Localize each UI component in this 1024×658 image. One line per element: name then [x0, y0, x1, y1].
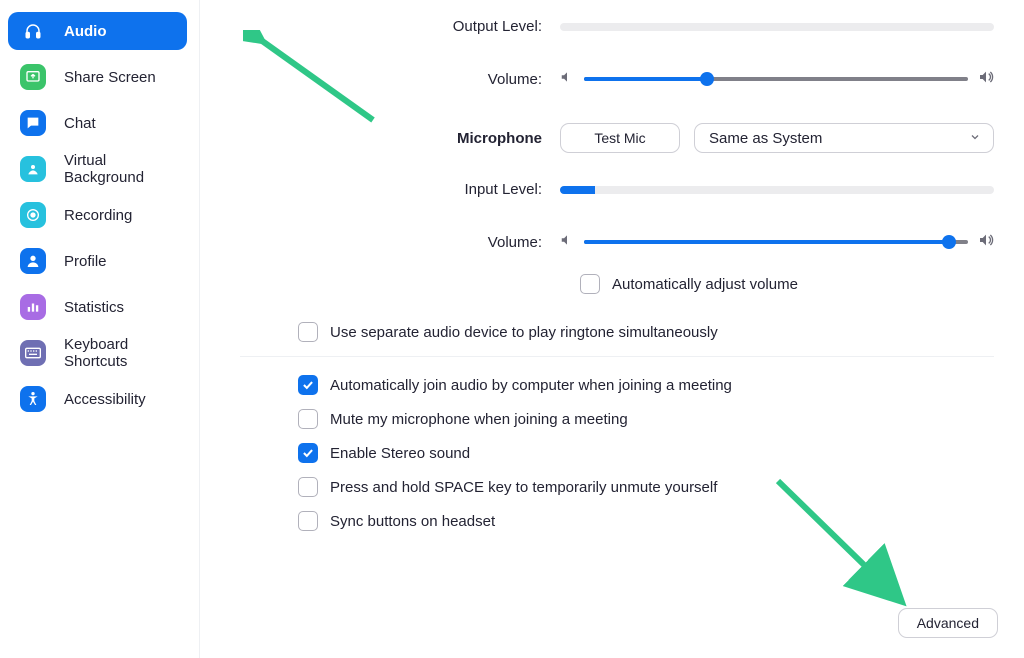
output-level-label: Output Level:: [230, 18, 560, 35]
sidebar-item-share-screen[interactable]: Share Screen: [8, 58, 187, 96]
sidebar-item-profile[interactable]: Profile: [8, 242, 187, 280]
statistics-icon: [20, 294, 46, 320]
auto-join-audio-label: Automatically join audio by computer whe…: [330, 377, 732, 394]
recording-icon: [20, 202, 46, 228]
sidebar-item-chat[interactable]: Chat: [8, 104, 187, 142]
share-screen-icon: [20, 64, 46, 90]
sidebar-item-label: Share Screen: [64, 69, 156, 86]
keyboard-icon: [20, 340, 46, 366]
separate-ringtone-label: Use separate audio device to play ringto…: [330, 324, 718, 341]
input-level-label: Input Level:: [230, 181, 560, 198]
mute-on-join-checkbox[interactable]: [298, 409, 318, 429]
microphone-section-label: Microphone: [230, 130, 560, 147]
sidebar-item-label: Recording: [64, 207, 132, 224]
settings-sidebar: Audio Share Screen Chat Virtual Background R…: [0, 0, 200, 658]
speaker-low-icon: [560, 233, 574, 251]
speaker-low-icon: [560, 70, 574, 88]
audio-settings-panel: Output Level: Volume:: [200, 0, 1024, 658]
headphones-icon: [20, 18, 46, 44]
sidebar-item-label: Profile: [64, 253, 107, 270]
speaker-high-icon: [978, 69, 994, 89]
sidebar-item-label: Audio: [64, 23, 107, 40]
sidebar-item-label: Chat: [64, 115, 96, 132]
options-divider: [240, 356, 994, 357]
profile-icon: [20, 248, 46, 274]
output-level-meter: [560, 23, 994, 31]
speaker-high-icon: [978, 232, 994, 252]
auto-adjust-volume-label: Automatically adjust volume: [612, 276, 798, 293]
microphone-device-value: Same as System: [709, 130, 822, 147]
sidebar-item-recording[interactable]: Recording: [8, 196, 187, 234]
advanced-button[interactable]: Advanced: [898, 608, 998, 638]
enable-stereo-label: Enable Stereo sound: [330, 445, 470, 462]
accessibility-icon: [20, 386, 46, 412]
input-level-meter: [560, 186, 994, 194]
sidebar-item-audio[interactable]: Audio: [8, 12, 187, 50]
output-volume-slider[interactable]: [584, 77, 968, 81]
separate-ringtone-checkbox[interactable]: [298, 322, 318, 342]
mic-volume-slider[interactable]: [584, 240, 968, 244]
sidebar-item-accessibility[interactable]: Accessibility: [8, 380, 187, 418]
sidebar-item-label: Keyboard Shortcuts: [64, 336, 175, 370]
sync-headset-label: Sync buttons on headset: [330, 513, 495, 530]
sidebar-item-keyboard-shortcuts[interactable]: Keyboard Shortcuts: [8, 334, 187, 372]
sidebar-item-statistics[interactable]: Statistics: [8, 288, 187, 326]
output-volume-label: Volume:: [230, 71, 560, 88]
mute-on-join-label: Mute my microphone when joining a meetin…: [330, 411, 628, 428]
sidebar-item-virtual-background[interactable]: Virtual Background: [8, 150, 187, 188]
virtual-bg-icon: [20, 156, 46, 182]
chat-icon: [20, 110, 46, 136]
chevron-down-icon: [969, 130, 981, 147]
sidebar-item-label: Statistics: [64, 299, 124, 316]
space-unmute-label: Press and hold SPACE key to temporarily …: [330, 479, 717, 496]
enable-stereo-checkbox[interactable]: [298, 443, 318, 463]
sync-headset-checkbox[interactable]: [298, 511, 318, 531]
mic-volume-label: Volume:: [230, 234, 560, 251]
sidebar-item-label: Accessibility: [64, 391, 146, 408]
microphone-device-select[interactable]: Same as System: [694, 123, 994, 153]
auto-adjust-volume-checkbox[interactable]: [580, 274, 600, 294]
auto-join-audio-checkbox[interactable]: [298, 375, 318, 395]
sidebar-item-label: Virtual Background: [64, 152, 175, 186]
test-mic-button[interactable]: Test Mic: [560, 123, 680, 153]
space-unmute-checkbox[interactable]: [298, 477, 318, 497]
